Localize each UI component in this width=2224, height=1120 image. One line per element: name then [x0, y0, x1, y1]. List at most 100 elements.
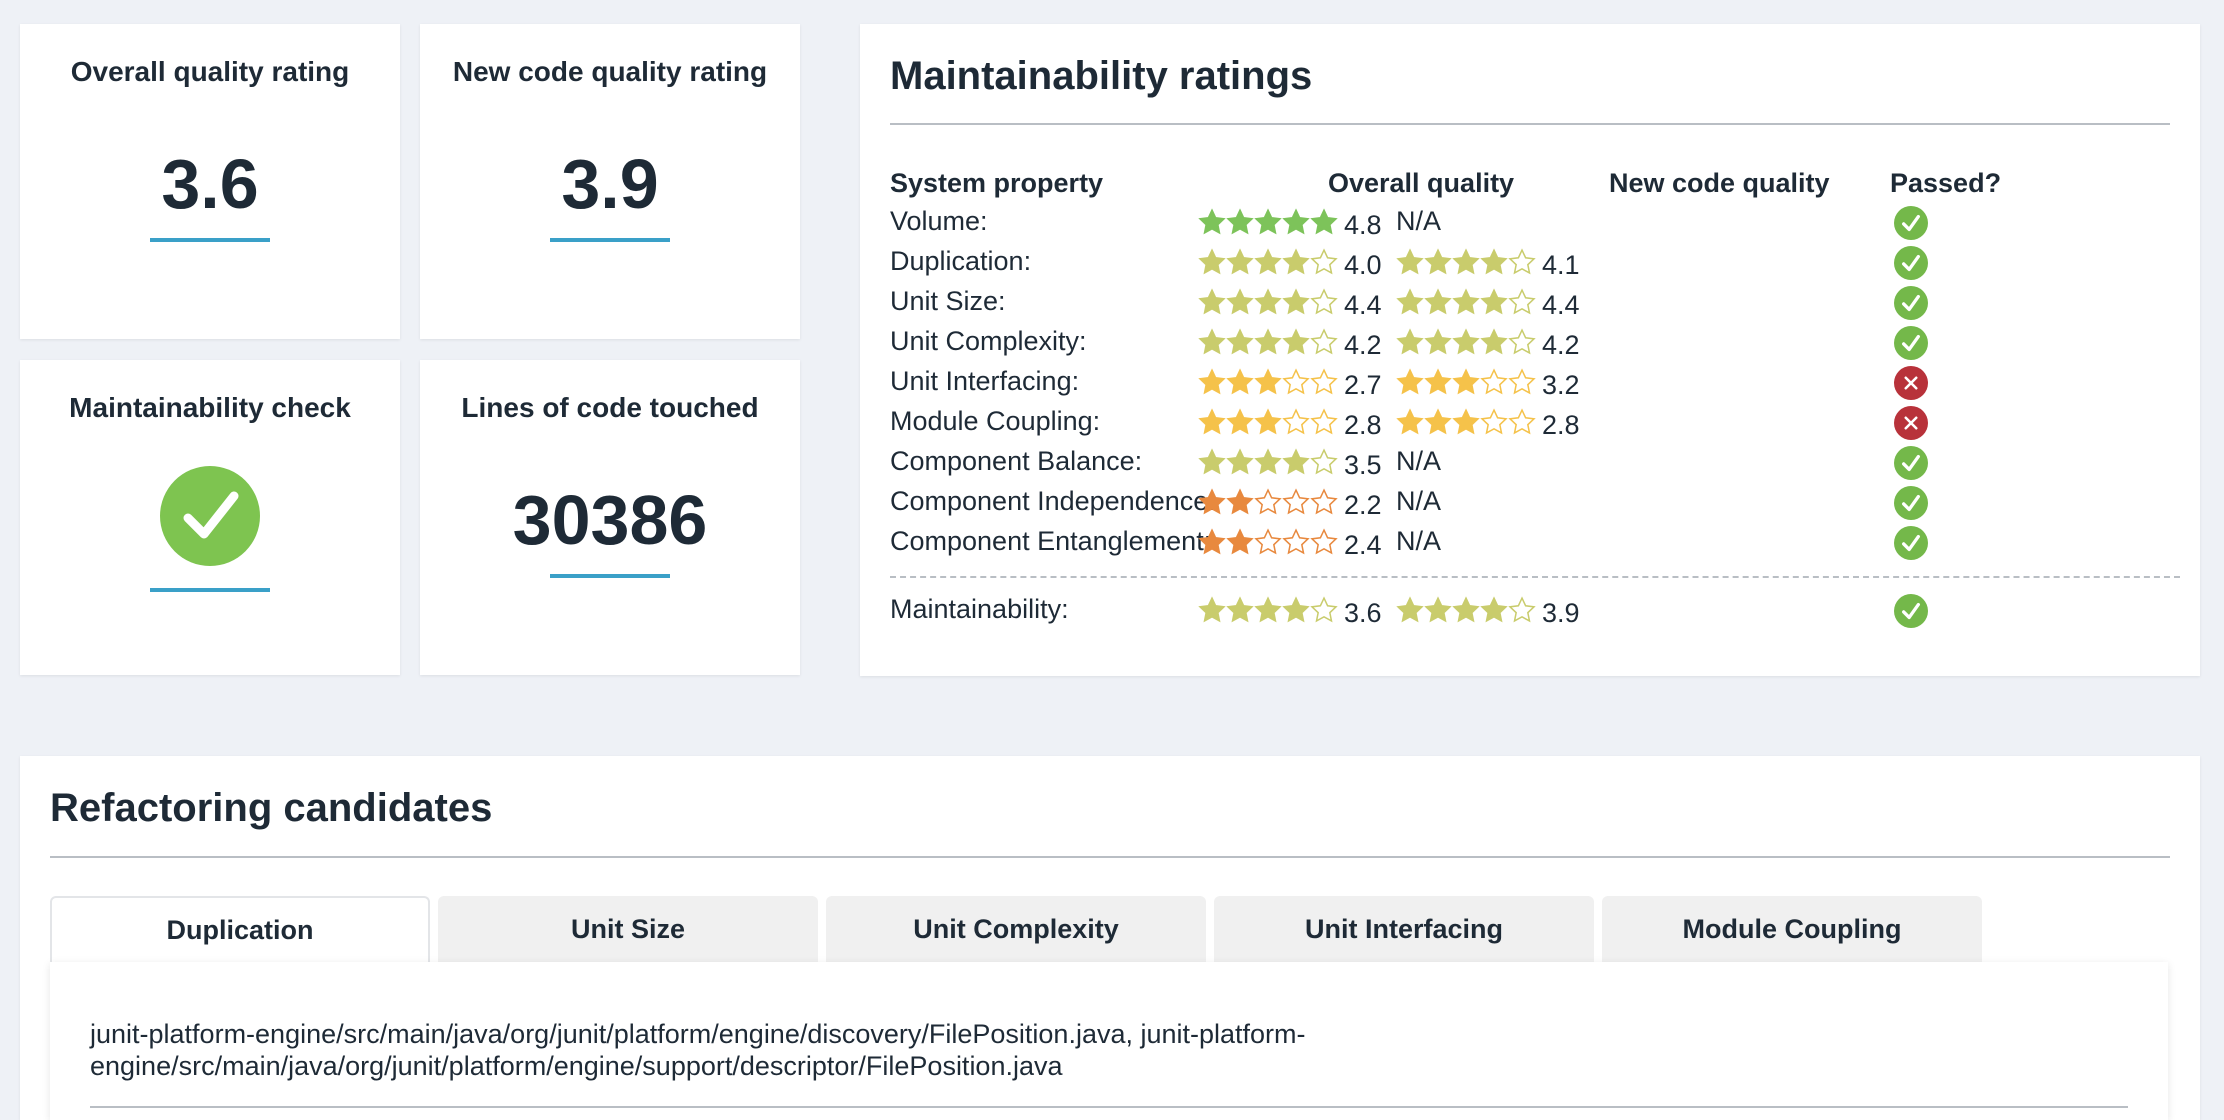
star-rating: [1198, 288, 1338, 316]
star-filled-icon: [1310, 208, 1338, 235]
maintainability-ratings-card: Maintainability ratings System property …: [860, 24, 2200, 676]
row-label: Component Independence:: [890, 486, 1216, 516]
star-rating: [1396, 328, 1536, 356]
tab-duplication[interactable]: Duplication: [50, 896, 430, 962]
star-filled-icon: [1226, 528, 1254, 555]
row-label: Component Balance:: [890, 446, 1143, 476]
star-filled-icon: [1198, 408, 1226, 435]
overall-value: 2.2: [1344, 490, 1382, 520]
overall-quality-card: Overall quality rating 3.6: [20, 24, 400, 339]
overall-value: 4.4: [1344, 290, 1382, 320]
new-code-value: 2.8: [1542, 410, 1580, 440]
star-rating: [1198, 368, 1338, 396]
rating-row: Volume: 4.8 N/A: [890, 202, 2180, 242]
star-rating: [1396, 288, 1536, 316]
star-rating: [1198, 328, 1338, 356]
maintainability-check-card: Maintainability check: [20, 360, 400, 675]
underline: [550, 238, 670, 242]
lines-touched-card: Lines of code touched 30386: [420, 360, 800, 675]
star-filled-icon: [1282, 208, 1310, 235]
ratings-title: Maintainability ratings: [890, 54, 1313, 98]
candidate-path-line: junit-platform-engine/src/main/java/org/…: [90, 1019, 1306, 1049]
failed-cross-icon: [1894, 406, 1928, 440]
new-code-value: 3.2: [1542, 370, 1580, 400]
star-filled-icon: [1198, 596, 1226, 623]
new-code-quality-value: 3.9: [561, 145, 659, 223]
star-filled-icon: [1226, 408, 1254, 435]
star-empty-icon: [1508, 328, 1536, 355]
star-empty-icon: [1480, 408, 1508, 435]
star-filled-icon: [1254, 596, 1282, 623]
star-filled-icon: [1424, 328, 1452, 355]
overall-value: 4.0: [1344, 250, 1382, 280]
star-rating: [1198, 528, 1338, 556]
rating-row: Component Balance: 3.5 N/A: [890, 442, 2180, 482]
new-code-value: 3.9: [1542, 598, 1580, 628]
failed-cross-icon: [1894, 366, 1928, 400]
star-empty-icon: [1508, 248, 1536, 275]
candidate-path[interactable]: junit-platform-engine/src/main/java/org/…: [90, 1018, 1306, 1082]
tab-unit-complexity[interactable]: Unit Complexity: [826, 896, 1206, 962]
star-filled-icon: [1282, 596, 1310, 623]
star-filled-icon: [1226, 208, 1254, 235]
overall-value: 4.8: [1344, 210, 1382, 240]
overall-value: 3.6: [1344, 598, 1382, 628]
star-filled-icon: [1396, 328, 1424, 355]
star-empty-icon: [1310, 328, 1338, 355]
passed-check-icon: [1894, 594, 1928, 628]
star-empty-icon: [1310, 408, 1338, 435]
divider: [890, 123, 2170, 125]
star-filled-icon: [1226, 448, 1254, 475]
rating-row: Component Entanglement: 2.4 N/A: [890, 522, 2180, 562]
star-filled-icon: [1254, 288, 1282, 315]
passed-check-icon: [1894, 446, 1928, 480]
star-filled-icon: [1424, 288, 1452, 315]
star-empty-icon: [1282, 368, 1310, 395]
dashed-divider: [890, 576, 2180, 578]
ratings-table: System property Overall quality New code…: [890, 168, 2180, 630]
underline: [150, 238, 270, 242]
star-rating: [1198, 408, 1338, 436]
star-filled-icon: [1254, 368, 1282, 395]
star-empty-icon: [1310, 448, 1338, 475]
tab-module-coupling[interactable]: Module Coupling: [1602, 896, 1982, 962]
rating-row: Unit Size: 4.4 4.4: [890, 282, 2180, 322]
row-label: Component Entanglement:: [890, 526, 1212, 556]
star-filled-icon: [1254, 208, 1282, 235]
tab-unit-interfacing[interactable]: Unit Interfacing: [1214, 896, 1594, 962]
overall-value: 2.8: [1344, 410, 1382, 440]
star-empty-icon: [1480, 368, 1508, 395]
star-filled-icon: [1198, 208, 1226, 235]
star-filled-icon: [1282, 448, 1310, 475]
header-new-code-quality: New code quality: [1609, 168, 1830, 198]
overall-value: 4.2: [1344, 330, 1382, 360]
new-code-value: N/A: [1396, 526, 1442, 556]
star-rating: [1198, 248, 1338, 276]
overall-value: 2.7: [1344, 370, 1382, 400]
star-filled-icon: [1226, 288, 1254, 315]
star-empty-icon: [1310, 248, 1338, 275]
star-filled-icon: [1198, 368, 1226, 395]
passed-check-icon: [1894, 526, 1928, 560]
new-code-value: 4.2: [1542, 330, 1580, 360]
row-label: Unit Size:: [890, 286, 1006, 316]
refactoring-tabs: Duplication Unit Size Unit Complexity Un…: [50, 896, 1982, 962]
star-rating: [1198, 208, 1338, 236]
tab-panel: junit-platform-engine/src/main/java/org/…: [50, 962, 2168, 1120]
tab-unit-size[interactable]: Unit Size: [438, 896, 818, 962]
header-overall-quality: Overall quality: [1328, 168, 1515, 198]
new-code-quality-title: New code quality rating: [452, 56, 768, 87]
star-rating: [1396, 408, 1536, 436]
new-code-value: 4.4: [1542, 290, 1580, 320]
row-label: Module Coupling:: [890, 406, 1101, 436]
star-filled-icon: [1226, 328, 1254, 355]
star-filled-icon: [1424, 248, 1452, 275]
header-passed: Passed?: [1890, 168, 2002, 198]
row-label: Unit Complexity:: [890, 326, 1087, 356]
star-filled-icon: [1480, 288, 1508, 315]
star-filled-icon: [1424, 368, 1452, 395]
refactoring-title: Refactoring candidates: [50, 786, 493, 830]
star-filled-icon: [1480, 596, 1508, 623]
star-filled-icon: [1198, 288, 1226, 315]
star-filled-icon: [1254, 448, 1282, 475]
